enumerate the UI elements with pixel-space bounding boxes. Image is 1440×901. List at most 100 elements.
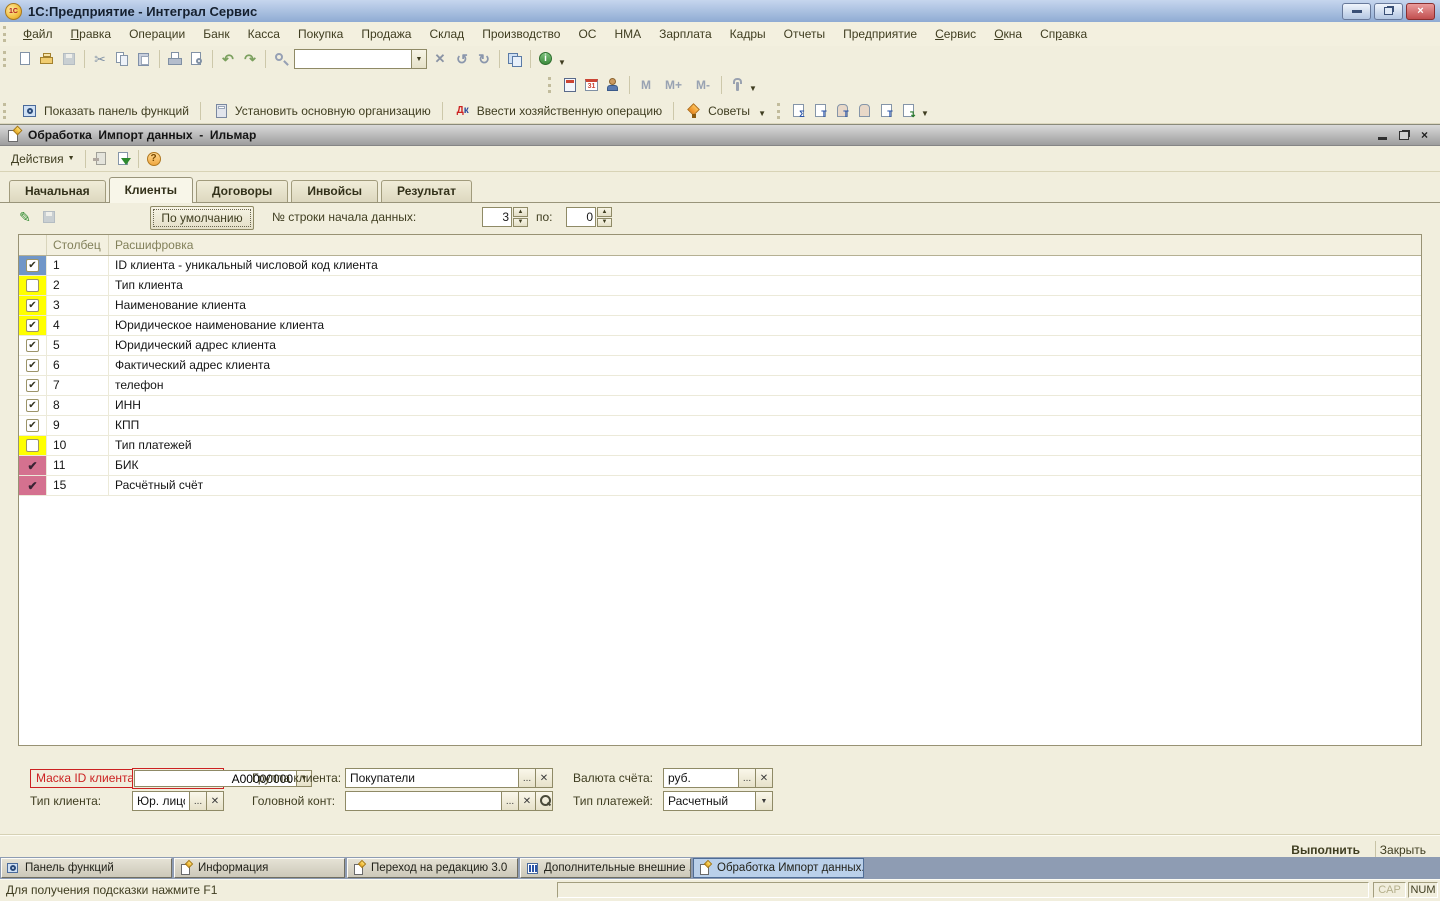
spin-up-icon[interactable]: ▲ — [513, 207, 528, 217]
minimize-button[interactable] — [1342, 3, 1371, 20]
menu-item[interactable]: Операции — [120, 24, 194, 44]
tab[interactable]: Клиенты — [109, 177, 193, 203]
choose-button[interactable]: ... — [502, 791, 519, 811]
enter-operation-button[interactable]: Дк Ввести хозяйственную операцию — [447, 100, 669, 122]
toolbar-grip[interactable] — [3, 26, 9, 42]
summary-table-button[interactable] — [788, 101, 810, 121]
print-button[interactable] — [164, 49, 186, 69]
row-end-spinner[interactable]: ▲▼ — [566, 207, 612, 227]
find-next-button[interactable]: ↻ — [473, 49, 495, 69]
client-fill-button[interactable] — [832, 101, 854, 121]
tab[interactable]: Инвойсы — [291, 180, 378, 202]
taskbar-window-button[interactable]: Дополнительные внешние ... — [520, 858, 691, 878]
clear-button[interactable]: ✕ — [207, 791, 224, 811]
client-list-button[interactable] — [854, 101, 876, 121]
client-type-field[interactable]: ... ✕ — [132, 791, 224, 811]
toolbar-options-chevron[interactable]: ▼ — [558, 58, 566, 67]
table-row[interactable]: 8 ИНН — [19, 396, 1421, 416]
toolbar-options-chevron[interactable]: ▼ — [749, 84, 757, 93]
row-start-input[interactable] — [482, 207, 512, 227]
spin-down-icon[interactable]: ▼ — [513, 218, 528, 228]
toolbar-grip[interactable] — [777, 103, 783, 119]
head-contractor-field[interactable]: ... ✕ — [345, 791, 553, 811]
table-row[interactable]: 6 Фактический адрес клиента — [19, 356, 1421, 376]
print-preview-button[interactable] — [186, 49, 208, 69]
menu-item[interactable]: Банк — [194, 24, 238, 44]
document-text-button[interactable] — [876, 101, 898, 121]
row-checkbox[interactable] — [26, 479, 39, 492]
table-row[interactable]: 4 Юридическое наименование клиента — [19, 316, 1421, 336]
account-currency-field[interactable]: ... ✕ — [663, 768, 773, 788]
taskbar-window-button[interactable]: Переход на редакцию 3.0 — [347, 858, 518, 878]
clear-button[interactable]: ✕ — [519, 791, 536, 811]
menu-item[interactable]: Правка — [62, 24, 121, 44]
choose-button[interactable]: ... — [190, 791, 207, 811]
taskbar-window-button[interactable]: Информация — [174, 858, 345, 878]
document-transfer-button[interactable] — [898, 101, 920, 121]
set-main-organization-button[interactable]: Установить основную организацию — [205, 100, 438, 122]
help-button[interactable] — [143, 149, 165, 169]
row-checkbox[interactable] — [26, 439, 39, 452]
window-minimize-icon[interactable] — [1378, 137, 1387, 140]
row-checkbox[interactable] — [26, 279, 39, 292]
menu-item[interactable]: Файл — [14, 24, 62, 44]
user-lock-button[interactable] — [603, 75, 625, 95]
row-select-cell[interactable] — [19, 436, 47, 455]
client-type-input[interactable] — [132, 791, 190, 811]
undo-button[interactable]: ↶ — [217, 49, 239, 69]
tab[interactable]: Договоры — [196, 180, 288, 202]
close-button[interactable]: × — [1406, 3, 1435, 20]
actions-menu-button[interactable]: Действия ▼ — [5, 150, 81, 168]
settings-button[interactable] — [726, 75, 748, 95]
window-restore-icon[interactable] — [1399, 131, 1409, 140]
client-group-field[interactable]: ... ✕ — [345, 768, 553, 788]
row-checkbox[interactable] — [26, 319, 39, 332]
row-select-cell[interactable] — [19, 456, 47, 475]
menu-item[interactable]: Справка — [1031, 24, 1096, 44]
toolbar-options-chevron[interactable]: ▼ — [921, 109, 929, 118]
show-function-panel-button[interactable]: Показать панель функций — [14, 100, 196, 122]
row-select-cell[interactable] — [19, 296, 47, 315]
row-select-cell[interactable] — [19, 336, 47, 355]
clear-button[interactable]: ✕ — [536, 768, 553, 788]
menu-item[interactable]: НМА — [605, 24, 650, 44]
row-checkbox[interactable] — [26, 259, 39, 272]
restore-button[interactable] — [1374, 3, 1403, 20]
search-button[interactable] — [270, 49, 292, 69]
reload-button[interactable] — [112, 149, 134, 169]
calculator-button[interactable] — [559, 75, 581, 95]
menu-item[interactable]: Предприятие — [834, 24, 926, 44]
row-checkbox[interactable] — [26, 379, 39, 392]
menu-item[interactable]: Отчеты — [775, 24, 834, 44]
payment-type-field[interactable]: ▼ — [663, 791, 773, 811]
menu-item[interactable]: Продажа — [352, 24, 420, 44]
client-group-input[interactable] — [345, 768, 519, 788]
clear-button[interactable]: ✕ — [756, 768, 773, 788]
row-select-cell[interactable] — [19, 416, 47, 435]
find-previous-button[interactable]: ↺ — [451, 49, 473, 69]
menu-item[interactable]: ОС — [569, 24, 605, 44]
row-select-cell[interactable] — [19, 476, 47, 495]
choose-button[interactable]: ... — [519, 768, 536, 788]
new-document-button[interactable] — [14, 49, 36, 69]
window-close-icon[interactable]: × — [1421, 129, 1428, 141]
row-select-cell[interactable] — [19, 316, 47, 335]
edit-row-button[interactable]: ✎ — [14, 207, 36, 227]
memory-subtract-button[interactable]: M- — [689, 78, 717, 92]
row-end-input[interactable] — [566, 207, 596, 227]
row-select-cell[interactable] — [19, 356, 47, 375]
copy-window-button[interactable] — [504, 49, 526, 69]
mask-id-combobox[interactable]: ▼ — [132, 768, 224, 789]
memory-add-button[interactable]: M+ — [658, 78, 689, 92]
taskbar-window-button[interactable]: Панель функций — [1, 858, 172, 878]
tab[interactable]: Результат — [381, 180, 472, 202]
tab[interactable]: Начальная — [9, 180, 106, 202]
row-checkbox[interactable] — [26, 359, 39, 372]
row-checkbox[interactable] — [26, 339, 39, 352]
toolbar-grip[interactable] — [548, 77, 554, 93]
row-checkbox[interactable] — [26, 419, 39, 432]
menu-item[interactable]: Склад — [420, 24, 473, 44]
table-row[interactable]: 10 Тип платежей — [19, 436, 1421, 456]
table-row[interactable]: 11 БИК — [19, 456, 1421, 476]
row-select-cell[interactable] — [19, 376, 47, 395]
